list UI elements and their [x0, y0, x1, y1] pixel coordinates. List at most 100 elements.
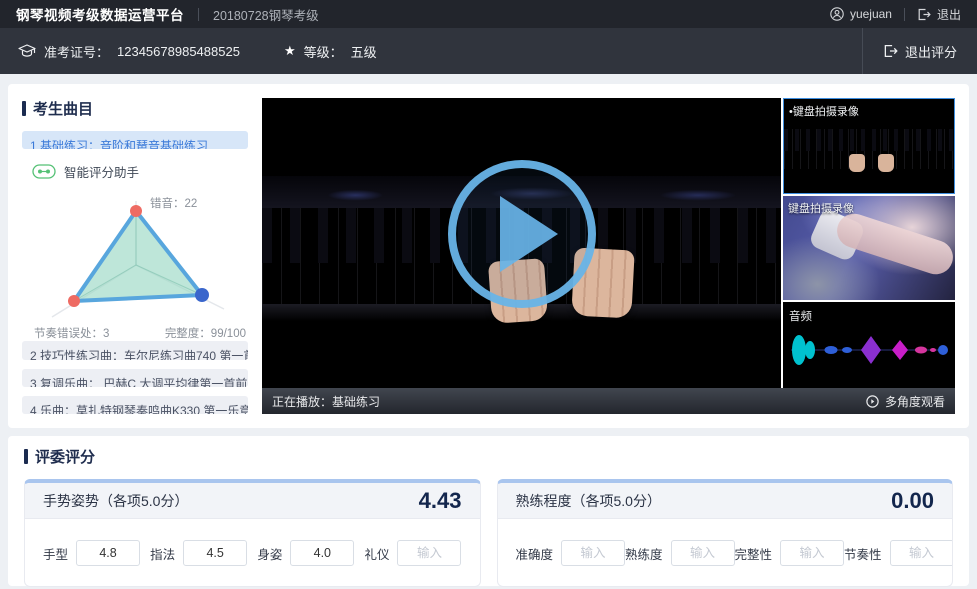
- multi-angle-icon: [866, 395, 879, 408]
- radar-label-rhythm-errors: 节奏错误处：3: [34, 325, 109, 341]
- admission-number-group: 准考证号： 12345678985488525: [18, 42, 240, 61]
- admission-number-label: 准考证号：: [44, 42, 109, 61]
- scoring-title: 评委评分: [35, 446, 95, 467]
- gesture-card-total: 4.43: [419, 488, 462, 514]
- mini-piano-black-keys: [784, 129, 954, 151]
- audio-waveform: [787, 327, 951, 373]
- exit-scoring-button[interactable]: 退出评分: [862, 28, 977, 74]
- song-list-title: 考生曲目: [33, 98, 93, 119]
- section-accent-bar: [24, 449, 28, 464]
- field-hand-shape-label: 手型: [43, 544, 68, 563]
- app-title: 钢琴视频考级数据运营平台: [16, 4, 184, 24]
- admission-number-value: 12345678985488525: [117, 44, 240, 59]
- mini-hand-left: [849, 154, 865, 172]
- song-list-sidebar: 考生曲目 1 基础练习：音阶和琶音基础练习 智能评分助手: [22, 98, 248, 414]
- user-menu[interactable]: yuejuan: [830, 7, 892, 21]
- proficiency-card-body: 准确度 熟练度 完整性 节奏性: [498, 519, 953, 587]
- level-group: ★ 等级： 五级: [284, 42, 377, 61]
- graduation-cap-icon: [18, 43, 36, 59]
- etiquette-input[interactable]: [397, 540, 461, 566]
- assistant-title: 智能评分助手: [64, 162, 139, 181]
- gesture-card-title: 手势姿势（各项5.0分）: [43, 491, 188, 511]
- radar-label-completeness: 完整度：99/100: [165, 325, 246, 341]
- thumbnail-2-label: 键盘拍摄录像: [788, 200, 854, 216]
- proficiency-card: 熟练程度（各项5.0分） 0.00 准确度 熟练度 完整性: [497, 479, 954, 587]
- field-completeness: 完整性: [735, 540, 845, 566]
- hand-shape-input[interactable]: [76, 540, 140, 566]
- field-posture-label: 身姿: [257, 544, 282, 563]
- field-accuracy: 准确度: [516, 540, 626, 566]
- assistant-header: 智能评分助手: [32, 162, 248, 181]
- song-item-3[interactable]: 3 复调乐曲： 巴赫C 大调平均律第一首前奏曲: [22, 369, 248, 387]
- play-icon: [500, 196, 558, 272]
- radar-dot-rhythm: [68, 295, 80, 307]
- accuracy-input[interactable]: [561, 540, 625, 566]
- field-proficiency: 熟练度: [625, 540, 735, 566]
- proficiency-card-total: 0.00: [891, 488, 934, 514]
- now-playing-text: 正在播放：基础练习: [272, 393, 380, 410]
- thumbnail-keyboard-top-view[interactable]: •键盘拍摄录像: [783, 98, 955, 194]
- username: yuejuan: [850, 7, 892, 21]
- rhythm-input[interactable]: [890, 540, 953, 566]
- session-title: 20180728钢琴考级: [213, 5, 319, 24]
- angle-thumbnails-column: •键盘拍摄录像 键盘拍摄录像 音频: [783, 98, 955, 388]
- field-etiquette-label: 礼仪: [364, 544, 389, 563]
- fingering-input[interactable]: [183, 540, 247, 566]
- main-video[interactable]: [262, 98, 781, 388]
- scoring-assistant: 智能评分助手 错音：22: [22, 158, 248, 341]
- logout-label: 退出: [937, 6, 961, 23]
- gesture-card-body: 手型 指法 身姿 礼仪: [25, 519, 480, 587]
- thumbnail-keyboard-side-view[interactable]: 键盘拍摄录像: [783, 196, 955, 300]
- exam-info-bar: 准考证号： 12345678985488525 ★ 等级： 五级 退出评分: [0, 28, 977, 74]
- song-item-4[interactable]: 4 乐曲：莫扎特钢琴奏鸣曲K330 第一乐章: [22, 396, 248, 414]
- proficiency-card-title: 熟练程度（各项5.0分）: [516, 491, 661, 511]
- exit-scoring-icon: [883, 44, 898, 58]
- field-fingering: 指法: [150, 540, 247, 566]
- judge-scoring-panel: 评委评分 手势姿势（各项5.0分） 4.43 手型 指法: [8, 436, 969, 586]
- now-playing-value: 基础练习: [332, 395, 380, 409]
- field-etiquette: 礼仪: [364, 540, 461, 566]
- thumbnail-1-label: •键盘拍摄录像: [789, 103, 859, 119]
- radar-dot-completeness: [195, 288, 209, 302]
- exam-main-panel: 考生曲目 1 基础练习：音阶和琶音基础练习 智能评分助手: [8, 84, 969, 428]
- radar-chart: 错音：22 节奏错误处：3 完整度：99/100: [32, 183, 248, 341]
- field-fingering-label: 指法: [150, 544, 175, 563]
- gesture-posture-card: 手势姿势（各项5.0分） 4.43 手型 指法 身姿: [24, 479, 481, 587]
- level-label: 等级：: [304, 42, 343, 61]
- video-player-block: •键盘拍摄录像 键盘拍摄录像 音频: [262, 98, 955, 414]
- radar-dot-wrong-notes: [130, 205, 142, 217]
- audio-track-panel[interactable]: 音频: [783, 302, 955, 388]
- field-rhythm: 节奏性: [844, 540, 953, 566]
- field-proficiency-label: 熟练度: [625, 544, 663, 563]
- field-completeness-label: 完整性: [735, 544, 773, 563]
- top-navigation-bar: 钢琴视频考级数据运营平台 20180728钢琴考级 yuejuan 退出: [0, 0, 977, 28]
- now-playing-label: 正在播放：: [272, 395, 332, 409]
- exit-scoring-label: 退出评分: [905, 42, 957, 61]
- now-playing-bar: 正在播放：基础练习 多角度观看: [262, 388, 955, 414]
- section-accent-bar: [22, 101, 26, 116]
- user-icon: [830, 7, 844, 21]
- gesture-card-header: 手势姿势（各项5.0分） 4.43: [25, 483, 480, 519]
- star-icon: ★: [284, 43, 296, 59]
- multi-angle-label: 多角度观看: [885, 393, 945, 410]
- audio-label: 音频: [789, 308, 812, 324]
- completeness-input[interactable]: [780, 540, 844, 566]
- radar-label-wrong-notes: 错音：22: [150, 195, 197, 211]
- radar-plot: [36, 197, 236, 323]
- play-button[interactable]: [448, 160, 596, 308]
- multi-angle-button[interactable]: 多角度观看: [866, 393, 945, 410]
- field-hand-shape: 手型: [43, 540, 140, 566]
- level-value: 五级: [351, 42, 377, 61]
- song-item-1[interactable]: 1 基础练习：音阶和琶音基础练习: [22, 131, 248, 149]
- song-list-header: 考生曲目: [22, 98, 248, 119]
- proficiency-card-header: 熟练程度（各项5.0分） 0.00: [498, 483, 953, 519]
- song-item-2[interactable]: 2 技巧性练习曲：车尔尼练习曲740 第一首: [22, 341, 248, 359]
- mini-hand-right: [878, 154, 894, 172]
- posture-input[interactable]: [290, 540, 354, 566]
- field-posture: 身姿: [257, 540, 354, 566]
- proficiency-input[interactable]: [671, 540, 735, 566]
- field-rhythm-label: 节奏性: [844, 544, 882, 563]
- assistant-toggle-icon[interactable]: [32, 164, 56, 179]
- logout-button[interactable]: 退出: [917, 6, 961, 23]
- field-accuracy-label: 准确度: [516, 544, 554, 563]
